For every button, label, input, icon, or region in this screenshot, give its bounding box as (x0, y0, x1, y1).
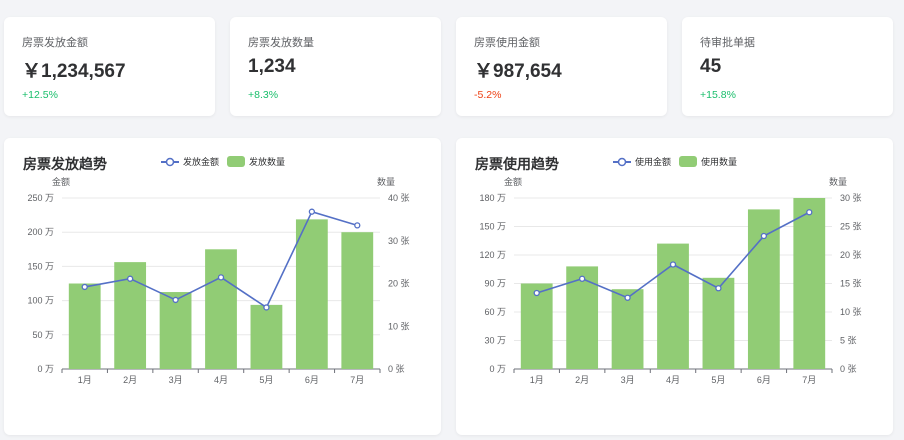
y-tick-right: 0 张 (840, 364, 857, 374)
line-point (308, 208, 316, 215)
x-tick-label: 1月 (530, 375, 544, 385)
line-point (624, 294, 631, 301)
y-tick-right: 10 张 (840, 307, 862, 317)
stat-label: 房票发放数量 (248, 37, 314, 49)
y-tick-right: 40 张 (388, 193, 410, 203)
y-tick-left: 90 万 (484, 279, 506, 289)
line-point (126, 275, 134, 282)
stat-value: ￥987,654 (474, 61, 562, 82)
legend-line-point (165, 157, 175, 167)
stat-card-issue-amount: 房票发放金额 ￥1,234,567 +12.5% (4, 17, 215, 116)
y-tick-left: 30 万 (484, 336, 506, 346)
y-tick-right: 25 张 (840, 222, 862, 232)
legend-bar-marker (679, 156, 697, 167)
bar (159, 292, 192, 369)
x-tick-label: 5月 (259, 375, 273, 385)
bar (250, 304, 283, 369)
x-tick-label: 6月 (305, 375, 319, 385)
line-point (172, 296, 179, 304)
bar (68, 283, 101, 369)
y-tick-right: 20 张 (388, 279, 410, 289)
legend-label: 发放数量 (249, 156, 285, 167)
stat-value: 45 (700, 56, 722, 77)
y-tick-right: 10 张 (388, 321, 410, 331)
x-tick-label: 2月 (575, 375, 589, 385)
y-axis-right-title: 数量 (829, 176, 847, 187)
line-point (760, 232, 768, 240)
y-axis-left-title: 金额 (52, 176, 70, 187)
x-tick-label: 7月 (802, 375, 816, 385)
stat-change: +8.3% (248, 89, 279, 101)
y-tick-right: 0 张 (388, 364, 405, 374)
x-tick-label: 1月 (78, 375, 92, 385)
stat-card-issue-count: 房票发放数量 1,234 +8.3% (230, 17, 441, 116)
stat-label: 房票使用金额 (474, 37, 540, 49)
y-tick-left: 150 万 (27, 261, 54, 271)
legend-label: 发放金额 (183, 156, 219, 167)
line-point (669, 261, 677, 268)
stat-label: 待审批单据 (700, 37, 755, 49)
y-tick-left: 250 万 (27, 193, 54, 203)
bar (341, 232, 374, 369)
bar (520, 283, 553, 369)
x-tick-label: 7月 (350, 375, 364, 385)
x-tick-label: 4月 (214, 375, 228, 385)
y-tick-left: 50 万 (32, 330, 54, 340)
bar (295, 219, 328, 369)
x-tick-label: 5月 (711, 375, 725, 385)
y-tick-right: 15 张 (840, 279, 862, 289)
bar (611, 289, 644, 369)
y-tick-left: 120 万 (479, 250, 506, 260)
line-point (533, 289, 540, 297)
stat-value: 1,234 (248, 56, 296, 77)
stat-change: -5.2% (474, 89, 502, 101)
chart-card-issue-trend: 房票发放趋势 发放金额 发放数量金额 数量 0 万 50 万 100 万 150 万 200 万… (4, 138, 441, 435)
stat-card-pending-approval: 待审批单据 45 +15.8% (682, 17, 893, 116)
stat-change: +12.5% (22, 89, 58, 101)
y-tick-left: 200 万 (27, 227, 54, 237)
x-tick-label: 2月 (123, 375, 137, 385)
line-point (578, 275, 586, 282)
line-point (263, 304, 270, 311)
y-tick-right: 30 张 (388, 236, 410, 246)
y-tick-right: 5 张 (840, 336, 857, 346)
issue-trend-chart: 房票发放趋势 发放金额 发放数量金额 数量 0 万 50 万 100 万 150 万 200 万… (23, 156, 410, 385)
line-point (354, 222, 361, 229)
stat-label: 房票发放金额 (22, 37, 88, 49)
x-tick-label: 6月 (757, 375, 771, 385)
line-point (806, 209, 813, 216)
y-tick-left: 180 万 (479, 193, 506, 203)
y-axis-right-title: 数量 (377, 176, 395, 187)
use-trend-chart: 房票使用趋势 使用金额 使用数量金额 数量 0 万 30 万 60 万 90 万 120 万 15… (475, 156, 862, 385)
y-tick-right: 30 张 (840, 193, 862, 203)
y-tick-left: 100 万 (27, 296, 54, 306)
y-tick-right: 20 张 (840, 250, 862, 260)
y-axis-left-title: 金额 (504, 176, 522, 187)
legend-label: 使用数量 (701, 156, 737, 167)
y-tick-left: 0 万 (37, 364, 54, 374)
y-tick-left: 60 万 (484, 307, 506, 317)
line-point (81, 283, 88, 291)
legend-line-point (617, 157, 627, 167)
legend-bar-marker (227, 156, 245, 167)
y-tick-left: 150 万 (479, 222, 506, 232)
stat-change: +15.8% (700, 89, 736, 101)
stat-card-use-amount: 房票使用金额 ￥987,654 -5.2% (456, 17, 667, 116)
line-point (715, 285, 722, 292)
chart-title: 房票使用趋势 (475, 156, 559, 172)
bar (702, 277, 735, 369)
bar (793, 198, 826, 369)
y-tick-left: 0 万 (489, 364, 506, 374)
x-tick-label: 3月 (169, 375, 183, 385)
chart-card-use-trend: 房票使用趋势 使用金额 使用数量金额 数量 0 万 30 万 60 万 90 万 120 万 15… (456, 138, 893, 435)
bar (205, 249, 237, 369)
line-point (217, 274, 225, 281)
legend-label: 使用金额 (635, 156, 671, 167)
chart-title: 房票发放趋势 (23, 156, 107, 172)
x-tick-label: 3月 (621, 375, 635, 385)
stat-value: ￥1,234,567 (22, 61, 126, 82)
x-tick-label: 4月 (666, 375, 680, 385)
